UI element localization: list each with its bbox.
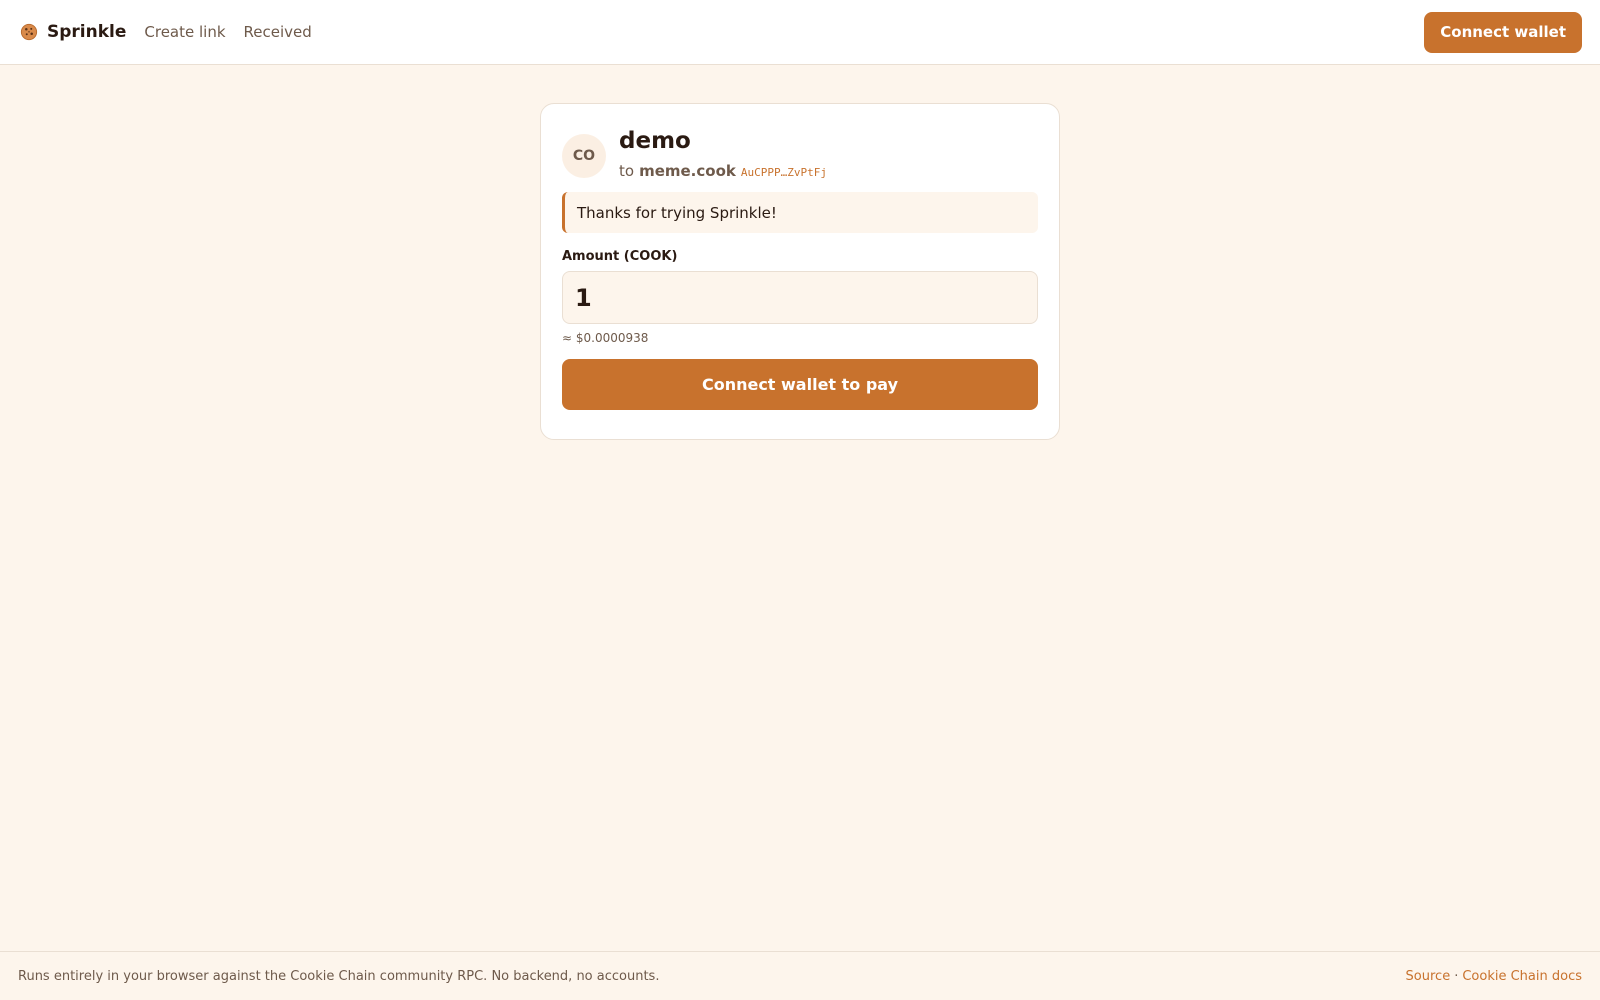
payment-message: Thanks for trying Sprinkle!: [562, 192, 1038, 233]
footer-note: Runs entirely in your browser against th…: [18, 968, 660, 984]
nav-received[interactable]: Received: [244, 23, 312, 41]
connect-wallet-button[interactable]: Connect wallet: [1424, 11, 1582, 53]
connect-wallet-to-pay-button[interactable]: Connect wallet to pay: [562, 359, 1038, 410]
link-title: demo: [619, 128, 691, 154]
fiat-estimate: ≈ $0.0000938: [562, 331, 649, 345]
avatar: CO: [562, 134, 606, 178]
main-nav: Create link Received: [144, 23, 311, 41]
nav-create-link[interactable]: Create link: [144, 23, 225, 41]
brand-name: Sprinkle: [47, 22, 127, 42]
footer: Runs entirely in your browser against th…: [0, 951, 1600, 1000]
recipient-name: meme.cook: [639, 162, 736, 180]
footer-links: Source · Cookie Chain docs: [1406, 969, 1582, 984]
recipient-line: to meme.cook AuCPPP…ZvPtFj: [619, 162, 827, 180]
cookie-icon: [20, 23, 38, 41]
footer-source-link[interactable]: Source: [1406, 969, 1451, 984]
brand-home-link[interactable]: Sprinkle: [20, 22, 126, 42]
amount-label: Amount (COOK): [562, 249, 678, 264]
payment-heading: demo to meme.cook AuCPPP…ZvPtFj: [619, 125, 827, 180]
payment-card: CO demo to meme.cook AuCPPP…ZvPtFj Thank…: [540, 103, 1060, 440]
footer-docs-link[interactable]: Cookie Chain docs: [1462, 969, 1582, 984]
payment-card-header: CO demo to meme.cook AuCPPP…ZvPtFj: [562, 125, 1038, 180]
recipient-prefix: to: [619, 162, 635, 180]
footer-separator: ·: [1454, 968, 1459, 984]
top-nav-bar: Sprinkle Create link Received Connect wa…: [0, 0, 1600, 65]
amount-input[interactable]: [562, 271, 1038, 324]
recipient-address: AuCPPP…ZvPtFj: [740, 166, 827, 179]
